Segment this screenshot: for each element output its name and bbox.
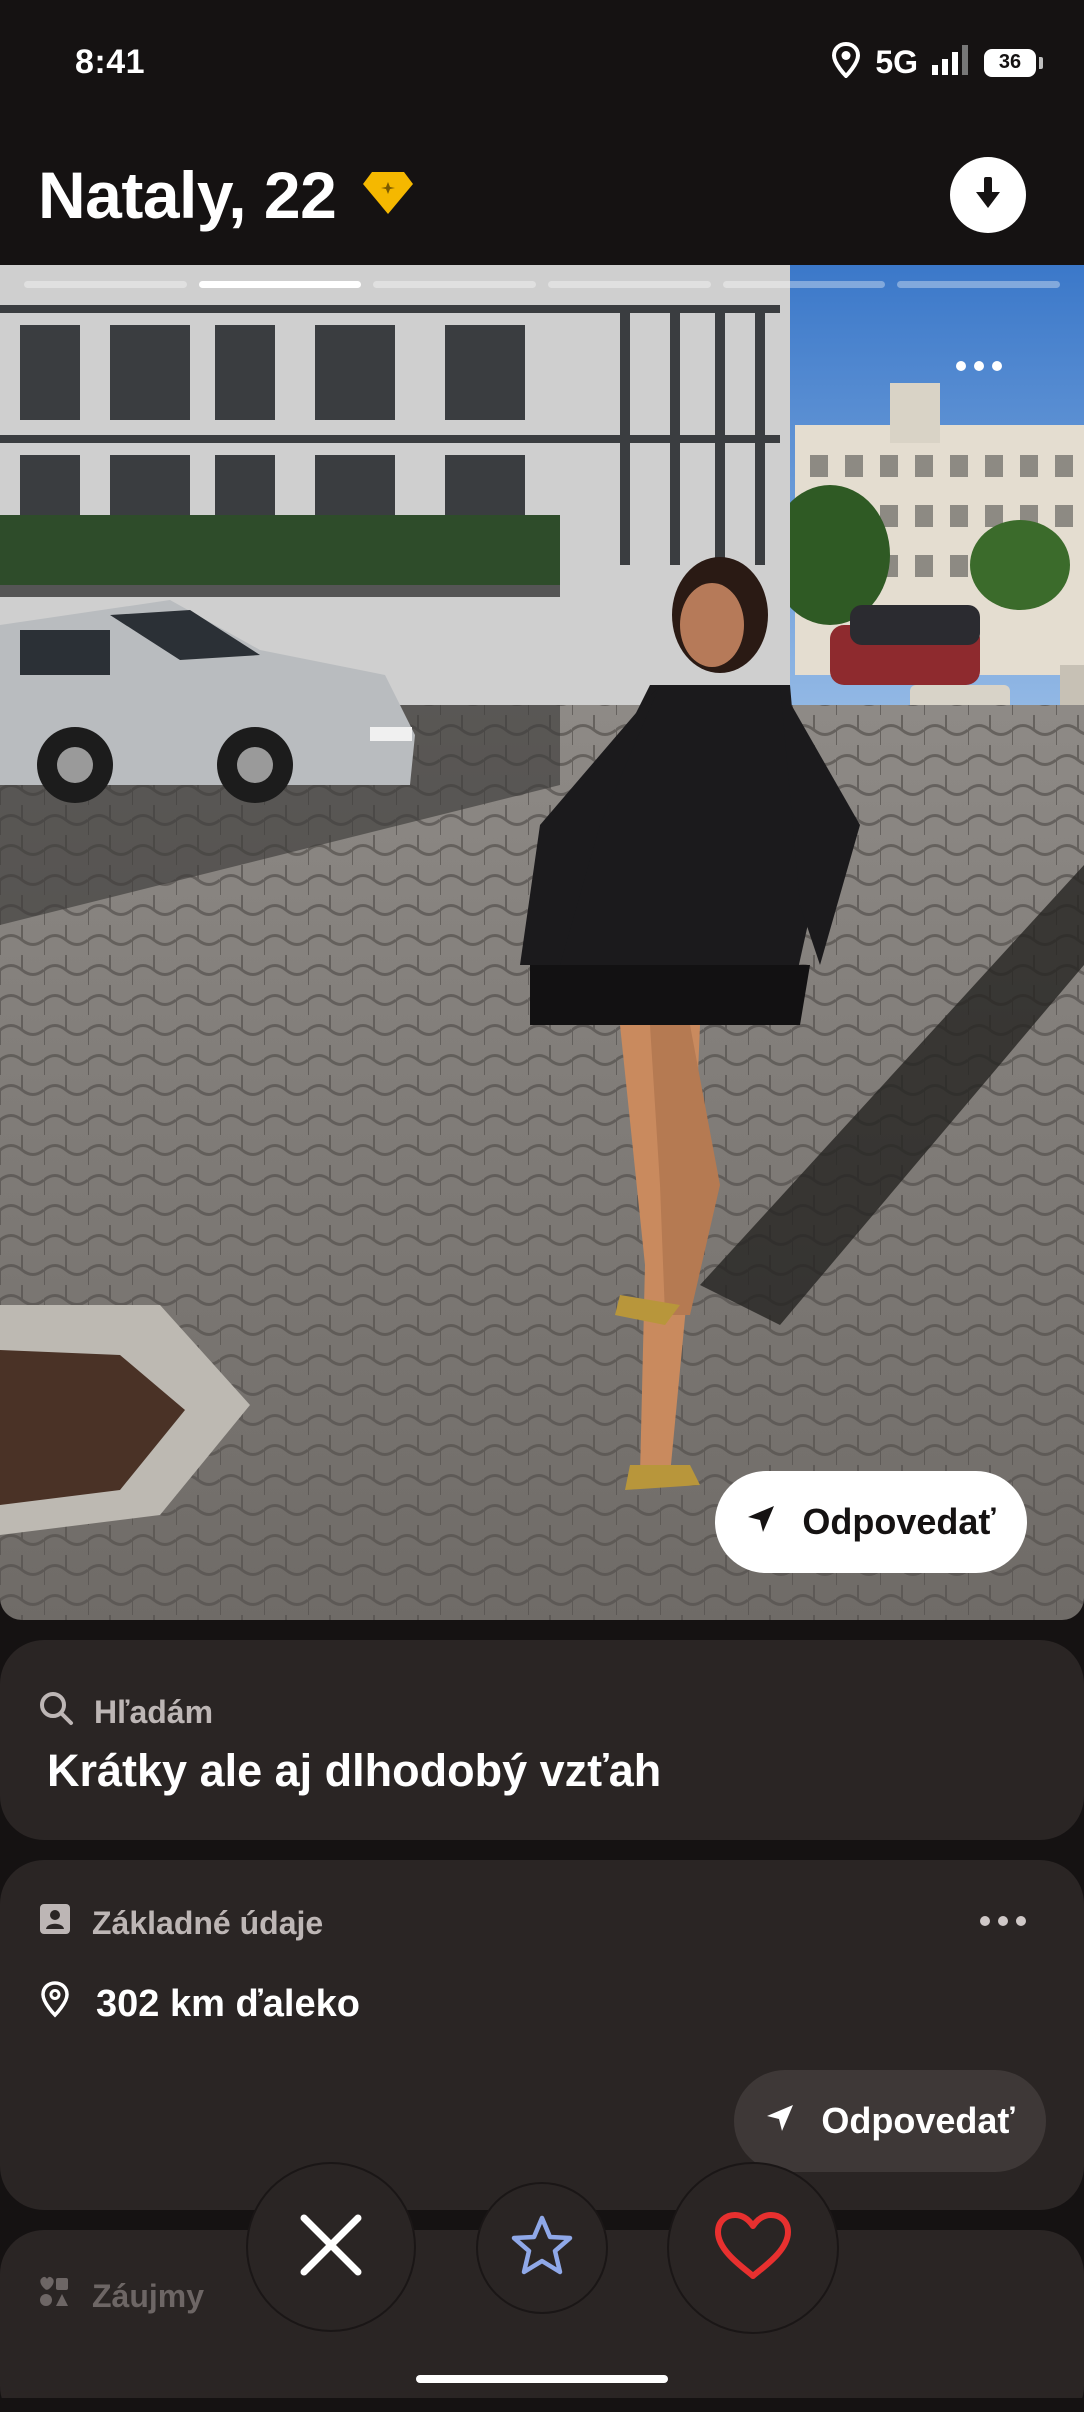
basic-info-header: Základné údaje [38, 1902, 323, 1944]
location-icon [831, 41, 861, 83]
looking-for-label: Hľadám [94, 1693, 214, 1730]
status-time: 8:41 [75, 43, 146, 81]
photo-more-options-icon[interactable] [956, 361, 1002, 371]
pass-button[interactable] [248, 2164, 414, 2330]
reply-basic-info-label: Odpovedať [821, 2100, 1015, 2141]
progress-segment [548, 281, 711, 288]
superlike-button[interactable] [478, 2184, 606, 2312]
send-icon [765, 2100, 795, 2142]
network-type: 5G [875, 44, 918, 80]
distance-value: 302 km ďaleko [96, 1982, 360, 2025]
status-icons: 5G 36 [831, 41, 1043, 83]
profile-name-age: Nataly, 22 [38, 158, 337, 232]
profile-header: Nataly, 22 [0, 125, 1084, 265]
heart-icon [714, 2211, 792, 2286]
interests-label: Záujmy [92, 2277, 205, 2314]
progress-segment-active [198, 281, 362, 288]
home-indicator[interactable] [416, 2375, 668, 2383]
basic-info-label: Základné údaje [92, 1904, 324, 1941]
progress-segment [897, 281, 1061, 288]
distance-row: 302 km ďaleko [38, 1980, 360, 2028]
reply-photo-button[interactable]: Odpovedať [715, 1471, 1027, 1573]
arrow-down-icon [973, 175, 1003, 216]
profile-photo[interactable]: Odpovedať [0, 265, 1084, 1620]
premium-diamond-icon [362, 170, 414, 221]
reply-photo-label: Odpovedať [802, 1501, 996, 1542]
interests-icon [36, 2274, 72, 2318]
progress-segment [24, 281, 187, 288]
close-icon [300, 2214, 362, 2281]
star-icon [509, 2214, 575, 2283]
photo-progress [24, 281, 1061, 289]
photo-scene [0, 265, 1084, 1620]
like-button[interactable] [669, 2164, 837, 2332]
battery-icon: 36 [984, 48, 1043, 77]
looking-for-card: Hľadám Krátky ale aj dlhodobý vzťah [0, 1640, 1084, 1840]
looking-for-header: Hľadám [38, 1690, 213, 1734]
location-pin-icon [38, 1980, 72, 2028]
progress-segment [722, 281, 886, 288]
signal-icon [932, 45, 970, 80]
bottom-edge [0, 2398, 1084, 2412]
reply-basic-info-button[interactable]: Odpovedať [734, 2070, 1046, 2172]
basic-info-card: Základné údaje 302 km ďaleko Odpovedať [0, 1860, 1084, 2210]
looking-for-value: Krátky ale aj dlhodobý vzťah [47, 1745, 662, 1796]
progress-segment [373, 281, 537, 288]
interests-header: Záujmy [36, 2274, 204, 2318]
basic-info-more-icon[interactable] [980, 1916, 1026, 1926]
send-icon [746, 1501, 776, 1543]
status-bar: 8:41 5G 36 [0, 0, 1084, 125]
id-card-icon [38, 1902, 72, 1944]
collapse-profile-button[interactable] [950, 157, 1026, 233]
search-icon [38, 1690, 74, 1734]
